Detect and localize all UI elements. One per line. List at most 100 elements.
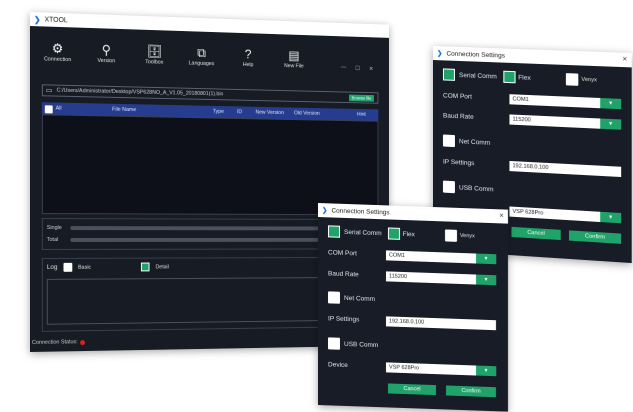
chevron-down-icon: ▼ [600, 212, 621, 224]
baud-rate-select[interactable]: 115200 ▼ [509, 114, 621, 129]
header-id: ID [237, 109, 242, 115]
search-icon: ⚲ [102, 42, 111, 58]
com-port-row: COM Port [328, 249, 357, 257]
connection-settings-dialog: ❯ Connection Settings ✕ Serial Comm Flex… [318, 203, 508, 412]
new-file-button[interactable]: ▤ New File [278, 48, 311, 70]
device-select[interactable]: VSP 628Pro ▼ [386, 362, 496, 376]
header-old-version: Old Version [294, 110, 320, 116]
device-value: VSP 628Pro [513, 209, 544, 217]
xtool-logo-icon: ❯ [322, 206, 327, 214]
device-row: Device [328, 361, 348, 369]
chevron-down-icon: ▼ [600, 98, 621, 109]
close-icon[interactable]: ✕ [622, 56, 627, 63]
comm-mode-row: Serial Comm Flex Venyx [328, 225, 475, 242]
serial-comm-label: Serial Comm [344, 228, 382, 236]
net-comm-row: Net Comm [328, 291, 375, 305]
flex-checkbox[interactable] [503, 71, 515, 84]
serial-comm-label: Serial Comm [459, 72, 497, 81]
baud-rate-value: 115200 [389, 273, 407, 280]
com-port-label: COM Port [443, 92, 472, 100]
net-comm-label: Net Comm [459, 138, 490, 147]
baud-rate-select[interactable]: 115200 ▼ [386, 271, 496, 285]
log-options: Log Basic Detail [47, 262, 169, 271]
usb-comm-checkbox[interactable] [443, 181, 455, 194]
xtool-logo-icon: ❯ [34, 15, 41, 24]
baud-rate-value: 115200 [513, 117, 531, 124]
version-button[interactable]: ⚲ Version [89, 42, 124, 65]
total-label: Total [47, 237, 65, 243]
toolbox-button[interactable]: 🗄 Toolbox [137, 43, 171, 66]
venyx-label: Venyx [460, 233, 475, 240]
usb-comm-row: USB Comm [443, 181, 494, 196]
flex-label: Flex [518, 74, 531, 82]
gear-icon: ⚙ [52, 41, 63, 57]
new-file-label: New File [284, 63, 303, 69]
total-progress-row: Total [47, 237, 351, 243]
com-port-value: COM1 [513, 96, 529, 103]
ip-address-input[interactable]: 192.168.0.100 [386, 316, 496, 330]
com-port-value: COM1 [389, 252, 405, 259]
net-comm-row: Net Comm [443, 134, 490, 148]
file-path-field[interactable]: ▭ C:/Users/Administrator/Desktop/VSP628N… [42, 84, 378, 103]
log-label: Log [47, 264, 58, 271]
toolbar: ⚙ Connection ⚲ Version 🗄 Toolbox ⧉ Langu… [40, 40, 310, 69]
toolbox-icon: 🗄 [146, 44, 162, 60]
version-label: Version [97, 58, 115, 64]
serial-comm-checkbox[interactable] [328, 225, 340, 237]
usb-comm-row: USB Comm [328, 337, 378, 351]
status-indicator-icon [81, 340, 86, 345]
confirm-button[interactable]: Confirm [569, 230, 621, 243]
chevron-down-icon: ▼ [476, 275, 496, 286]
com-port-select[interactable]: COM1 ▼ [509, 94, 621, 109]
baud-rate-label: Baud Rate [443, 112, 474, 120]
languages-icon: ⧉ [197, 45, 206, 61]
ip-settings-label: IP Settings [328, 315, 359, 323]
chevron-down-icon: ▼ [476, 366, 496, 377]
usb-comm-checkbox[interactable] [328, 337, 340, 349]
detail-checkbox[interactable] [141, 263, 150, 272]
device-select[interactable]: VSP 628Pro ▼ [509, 206, 621, 223]
cancel-button[interactable]: Cancel [388, 383, 436, 395]
single-progress-bar [70, 226, 350, 230]
languages-label: Languages [189, 61, 215, 68]
net-comm-checkbox[interactable] [443, 134, 455, 147]
baud-rate-row: Baud Rate [328, 270, 359, 278]
ip-address-input[interactable]: 192.168.0.100 [509, 161, 621, 177]
venyx-checkbox[interactable] [445, 229, 457, 241]
connection-status: Connection Status: [32, 339, 85, 346]
languages-button[interactable]: ⧉ Languages [185, 45, 219, 67]
connection-status-label: Connection Status: [32, 339, 78, 346]
connection-button[interactable]: ⚙ Connection [40, 40, 75, 63]
file-table-body[interactable] [42, 114, 378, 215]
header-all: All [56, 106, 62, 112]
app-title: XTOOL [45, 16, 68, 24]
ip-settings-row: IP Settings [443, 159, 474, 168]
dialog-title: Connection Settings [446, 50, 505, 59]
close-icon[interactable]: ✕ [369, 66, 373, 73]
select-all-checkbox[interactable] [45, 105, 53, 113]
usb-comm-label: USB Comm [459, 184, 494, 193]
maximize-icon[interactable]: ☐ [355, 65, 360, 72]
com-port-row: COM Port [443, 92, 472, 100]
new-file-icon: ▤ [288, 48, 299, 64]
device-value: VSP 628Pro [389, 364, 419, 371]
serial-comm-checkbox[interactable] [443, 68, 455, 81]
single-progress-row: Single [47, 225, 351, 231]
net-comm-checkbox[interactable] [328, 291, 340, 303]
basic-checkbox[interactable] [63, 263, 72, 272]
com-port-label: COM Port [328, 249, 357, 257]
close-icon[interactable]: ✕ [499, 212, 504, 219]
venyx-label: Venyx [581, 77, 597, 84]
minimize-icon[interactable]: — [341, 65, 346, 72]
browse-file-button[interactable]: Browse file [349, 95, 374, 102]
confirm-button[interactable]: Confirm [446, 385, 496, 397]
flex-checkbox[interactable] [388, 227, 400, 239]
ip-settings-label: IP Settings [443, 159, 474, 168]
help-button[interactable]: ? Help [231, 46, 264, 68]
com-port-select[interactable]: COM1 ▼ [386, 250, 496, 264]
venyx-checkbox[interactable] [566, 73, 578, 86]
single-label: Single [47, 225, 65, 231]
help-label: Help [243, 62, 253, 68]
title-bar: ❯ XTOOL [30, 12, 389, 38]
cancel-button[interactable]: Cancel [511, 227, 560, 240]
